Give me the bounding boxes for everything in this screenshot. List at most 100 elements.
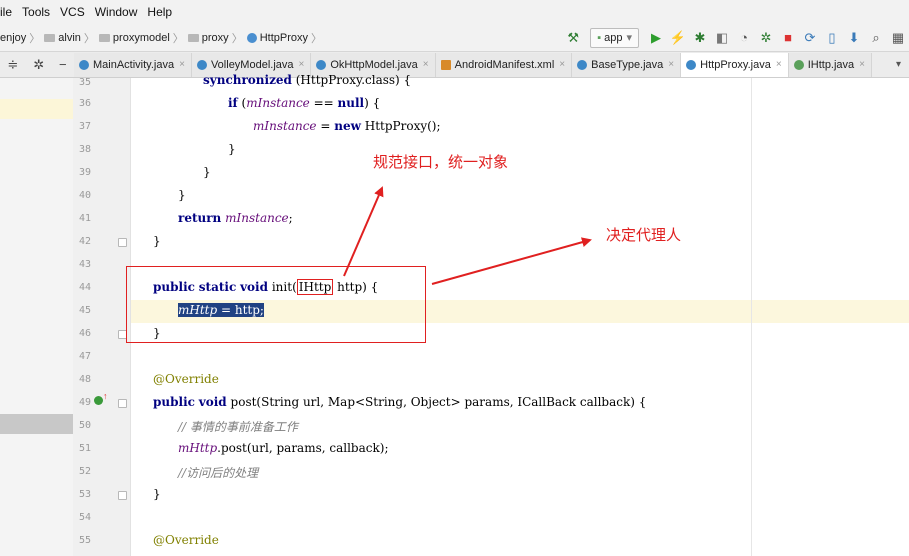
- profile-icon[interactable]: ◔: [736, 30, 752, 46]
- code-line-38: }: [228, 142, 236, 156]
- tab-httpproxy[interactable]: HttpProxy.java ×: [681, 52, 789, 77]
- line-number: 41: [78, 213, 91, 224]
- tab-androidmanifest[interactable]: AndroidManifest.xml ×: [435, 52, 573, 77]
- debug-icon[interactable]: ✱: [692, 30, 708, 46]
- code-text: (: [237, 96, 247, 110]
- keyword: void: [198, 395, 227, 409]
- line-number: 48: [78, 374, 91, 385]
- line-number: 39: [78, 167, 91, 178]
- tab-label: HttpProxy.java: [700, 58, 771, 71]
- editor-tab-bar: ≑ ✲ − MainActivity.java × VolleyModel.ja…: [0, 52, 909, 78]
- tab-mainactivity[interactable]: MainActivity.java ×: [74, 52, 192, 77]
- class-icon: [316, 59, 327, 70]
- breadcrumb-item-enjoy[interactable]: enjoy: [0, 32, 26, 44]
- breadcrumb-item-proxymodel[interactable]: proxymodel: [113, 32, 170, 44]
- code-text: post(String url, Map<String, Object> par…: [230, 395, 647, 409]
- line-number: 37: [78, 121, 91, 132]
- line-number: 50: [78, 420, 91, 431]
- fold-marker-icon[interactable]: [118, 238, 127, 247]
- project-tree-selection[interactable]: [0, 414, 73, 434]
- class-icon: [577, 59, 588, 70]
- project-panel[interactable]: [0, 78, 73, 556]
- line-number: 40: [78, 190, 91, 201]
- code-line-48: @Override: [153, 372, 219, 386]
- code-text: .post(url, params, callback);: [217, 441, 389, 455]
- override-method-icon[interactable]: [94, 396, 103, 405]
- chevron-right-icon: 〉: [310, 32, 322, 45]
- breadcrumb: enjoy 〉 alvin 〉 proxymodel 〉 proxy 〉 HttpPro…: [0, 30, 322, 46]
- breadcrumb-item-httpproxy[interactable]: HttpProxy: [260, 32, 308, 44]
- run-configuration-select[interactable]: ▪ app ▾: [590, 27, 639, 48]
- close-icon[interactable]: ×: [668, 59, 674, 70]
- breadcrumb-item-proxy[interactable]: proxy: [202, 32, 229, 44]
- line-number: 54: [78, 512, 91, 523]
- sdk-manager-icon[interactable]: ⬇: [846, 30, 862, 46]
- line-number: 53: [78, 489, 91, 500]
- close-icon[interactable]: ×: [423, 59, 429, 70]
- menu-bar: ile Tools VCS Window Help: [0, 0, 909, 25]
- menu-tools[interactable]: Tools: [22, 5, 50, 19]
- editor-gutter[interactable]: 35 36 37 38 39 40 41 42 43 44 45 46 47 4…: [73, 77, 150, 556]
- code-line-53: }: [153, 487, 161, 501]
- line-number: 47: [78, 351, 91, 362]
- run-icon[interactable]: ▶: [648, 30, 664, 46]
- line-number: 46: [78, 328, 91, 339]
- class-icon: [246, 32, 257, 43]
- code-line-36: if (mInstance == null) {: [228, 96, 380, 110]
- keyword: public: [153, 395, 195, 409]
- xml-icon: [440, 59, 451, 70]
- code-line-40: }: [178, 188, 186, 202]
- close-icon[interactable]: ×: [559, 59, 565, 70]
- menu-file[interactable]: ile: [0, 5, 12, 19]
- stop-icon[interactable]: ■: [780, 30, 796, 46]
- field-reference: mInstance: [253, 119, 317, 133]
- attach-debugger-icon[interactable]: ✲: [758, 30, 774, 46]
- annotation-box: [126, 266, 426, 343]
- tab-ihttp[interactable]: IHttp.java ×: [788, 52, 873, 77]
- hide-panel-icon[interactable]: −: [59, 57, 67, 73]
- code-line-41: return mInstance;: [178, 211, 293, 225]
- tab-basetype[interactable]: BaseType.java ×: [572, 52, 682, 77]
- code-text: ;: [288, 211, 293, 225]
- coverage-icon[interactable]: ◧: [714, 30, 730, 46]
- line-number: 42: [78, 236, 91, 247]
- close-icon[interactable]: ×: [776, 59, 782, 70]
- code-line-35: synchronized (HttpProxy.class) {: [203, 73, 411, 87]
- line-number: 55: [78, 535, 91, 546]
- line-number: 43: [78, 259, 91, 270]
- class-icon: [196, 59, 207, 70]
- class-icon: [79, 59, 89, 70]
- collapse-all-icon[interactable]: ≑: [7, 57, 18, 73]
- menu-vcs[interactable]: VCS: [60, 5, 85, 19]
- menu-help[interactable]: Help: [147, 5, 172, 19]
- project-structure-icon[interactable]: ▦: [890, 30, 906, 46]
- code-line-50: // 事情的事前准备工作: [178, 420, 298, 434]
- android-icon: ▪: [597, 31, 602, 44]
- class-icon: [686, 59, 697, 70]
- chevron-down-icon: ▾: [626, 32, 632, 44]
- sync-gradle-icon[interactable]: ⟳: [802, 30, 818, 46]
- line-number: 38: [78, 144, 91, 155]
- breadcrumb-item-alvin[interactable]: alvin: [58, 32, 81, 44]
- code-line-49: public void post(String url, Map<String,…: [153, 395, 646, 409]
- avd-manager-icon[interactable]: ▯: [824, 30, 840, 46]
- build-hammer-icon[interactable]: ⚒: [565, 30, 581, 46]
- main-toolbar: ⚒ ▪ app ▾ ▶ ⚡ ✱ ◧ ◔ ✲ ■ ⟳ ▯ ⬇ ⌕ ▦: [562, 24, 909, 51]
- gear-icon[interactable]: ✲: [33, 57, 44, 73]
- keyword: synchronized: [203, 73, 292, 87]
- close-icon[interactable]: ×: [299, 59, 305, 70]
- close-icon[interactable]: ×: [859, 59, 865, 70]
- tab-label: AndroidManifest.xml: [454, 58, 555, 71]
- code-text: (HttpProxy.class) {: [291, 73, 412, 87]
- menu-window[interactable]: Window: [95, 5, 138, 19]
- tab-label: MainActivity.java: [93, 58, 175, 71]
- fold-marker-icon[interactable]: [118, 491, 127, 500]
- line-number: 51: [78, 443, 91, 454]
- fold-marker-icon[interactable]: [118, 399, 127, 408]
- apply-changes-icon[interactable]: ⚡: [670, 30, 686, 46]
- chevron-down-icon[interactable]: ▾: [896, 59, 901, 70]
- search-icon[interactable]: ⌕: [868, 30, 884, 46]
- field-reference: mHttp: [178, 441, 218, 455]
- line-number: 45: [78, 305, 91, 316]
- close-icon[interactable]: ×: [179, 59, 185, 70]
